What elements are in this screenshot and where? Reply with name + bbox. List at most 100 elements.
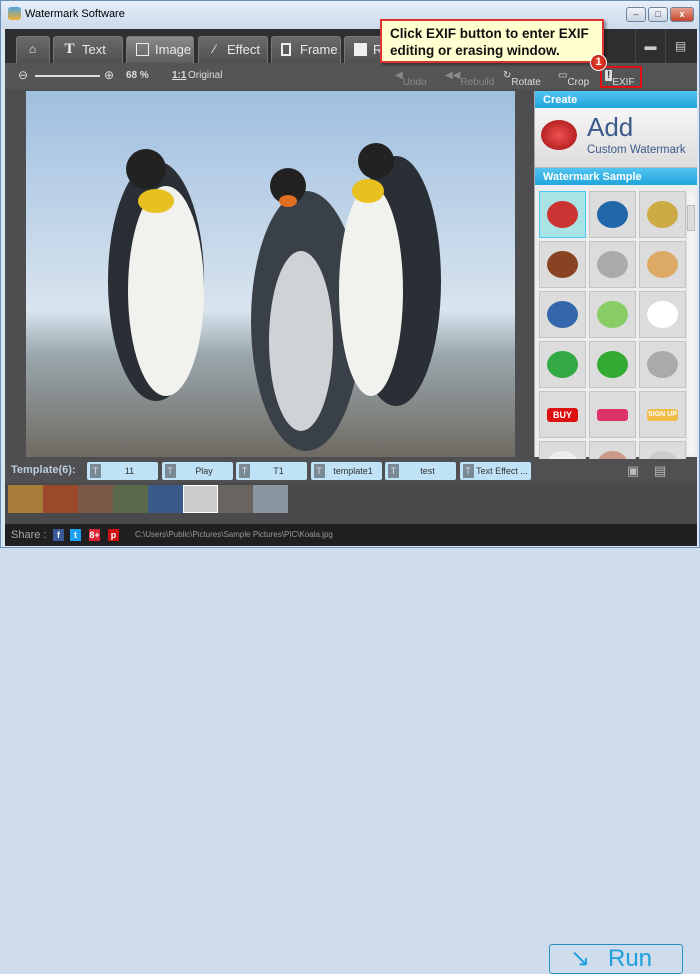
register-icon[interactable]: ▤ bbox=[665, 29, 695, 63]
tab-label: Text bbox=[82, 42, 106, 57]
template-name: T1 bbox=[273, 466, 284, 476]
red-button-icon bbox=[541, 120, 577, 150]
pie-chart-blue-icon bbox=[597, 201, 628, 228]
maximize-button[interactable]: □ bbox=[648, 7, 668, 22]
thumbnail-penguins[interactable] bbox=[253, 485, 288, 513]
shopping-cart-add-icon bbox=[597, 251, 628, 278]
template-item[interactable]: Ttest bbox=[385, 462, 456, 480]
original-button[interactable]: Original bbox=[188, 70, 222, 81]
template-item[interactable]: T Text Effect ... bbox=[459, 462, 531, 480]
right-panel: Create Add Custom Watermark Watermark Sa… bbox=[534, 91, 697, 478]
thumbnail-strip: ↘ Run bbox=[5, 483, 697, 974]
zoom-slider[interactable] bbox=[35, 75, 100, 77]
minimize-button[interactable]: – bbox=[626, 7, 646, 22]
thumbnail-lighthouse[interactable] bbox=[218, 485, 253, 513]
image-icon bbox=[136, 43, 149, 56]
rebuild-button[interactable]: ◀◀ Rebuild bbox=[445, 70, 494, 88]
facebook-icon[interactable]: f bbox=[53, 529, 64, 541]
twitter-icon[interactable]: t bbox=[70, 529, 81, 541]
tab-image[interactable]: Image bbox=[126, 36, 194, 63]
crop-button[interactable]: ▭ Crop bbox=[558, 70, 589, 88]
run-label: Run bbox=[608, 945, 653, 972]
image-canvas[interactable] bbox=[26, 91, 515, 457]
watermark-sample-sign-up-button[interactable]: SIGN UP bbox=[639, 391, 686, 438]
door-hangers-sale-icon bbox=[547, 351, 578, 378]
open-box-icon bbox=[647, 251, 678, 278]
server-rack-icon bbox=[547, 251, 578, 278]
template-item[interactable]: T Play bbox=[161, 462, 233, 480]
hanging-tags-icon bbox=[647, 201, 678, 228]
zoom-in-icon[interactable]: ⊕ bbox=[104, 68, 114, 82]
tab-home[interactable]: ⌂ bbox=[16, 36, 50, 63]
template-item[interactable]: T 11 bbox=[87, 462, 158, 480]
tab-label: Effect bbox=[227, 42, 261, 57]
thumbnail-jellyfish[interactable] bbox=[148, 485, 183, 513]
watermark-sample-open-box[interactable] bbox=[639, 241, 686, 288]
tab-frame[interactable]: Frame bbox=[271, 36, 341, 63]
thumbnail-desert[interactable] bbox=[78, 485, 113, 513]
tab-text[interactable]: T Text bbox=[53, 36, 123, 63]
text-template-icon: T bbox=[90, 464, 101, 478]
thumbnail-autumn-tree[interactable] bbox=[8, 485, 43, 513]
rotate-button[interactable]: ↻ Rotate bbox=[503, 70, 541, 88]
watermark-sample-shopping-basket[interactable] bbox=[589, 341, 636, 388]
feedback-icon[interactable]: ▬ bbox=[635, 29, 665, 63]
thumbnail-flower[interactable] bbox=[113, 485, 148, 513]
tooltip-callout: Click EXIF button to enter EXIF editing … bbox=[380, 19, 604, 63]
template-item[interactable]: T T1 bbox=[236, 462, 307, 480]
app-window: Watermark Software – □ x ⌂ T Text Image ⁄… bbox=[0, 0, 700, 974]
tab-resize[interactable]: Re bbox=[344, 36, 390, 63]
watermark-sample-header: Watermark Sample bbox=[535, 168, 697, 185]
template-name: test bbox=[420, 466, 435, 476]
tab-label: Frame bbox=[300, 42, 338, 57]
original-size-icon[interactable]: 1:1 bbox=[172, 70, 186, 81]
template-item[interactable]: Ttemplate1 bbox=[310, 462, 382, 480]
thumbnail-koala[interactable] bbox=[183, 485, 218, 513]
pink-button-icon bbox=[597, 409, 628, 421]
sample-scrollbar[interactable] bbox=[686, 193, 695, 455]
edit-template-icon[interactable]: ▤ bbox=[654, 463, 666, 479]
close-button[interactable]: x bbox=[670, 7, 694, 22]
watermark-sample-shopping-cart-add[interactable] bbox=[589, 241, 636, 288]
watermark-sample-hanging-tags[interactable] bbox=[639, 191, 686, 238]
watermark-sample-door-hangers-sale[interactable] bbox=[539, 341, 586, 388]
rebuild-label: Rebuild bbox=[460, 77, 495, 88]
watermark-sample-email-envelope[interactable] bbox=[639, 291, 686, 338]
shopping-basket-icon bbox=[597, 351, 628, 378]
watermark-sample-blue-tag[interactable] bbox=[539, 291, 586, 338]
run-button[interactable]: ↘ Run bbox=[549, 944, 683, 974]
text-template-icon: T bbox=[388, 464, 399, 478]
tab-effect[interactable]: ⁄ Effect bbox=[198, 36, 268, 63]
resize-icon bbox=[354, 43, 367, 56]
undo-button[interactable]: ◀ Undo bbox=[395, 70, 427, 88]
rotate-label: Rotate bbox=[511, 77, 541, 88]
zoom-out-icon[interactable]: ⊖ bbox=[18, 68, 28, 82]
exif-highlight bbox=[600, 66, 642, 88]
watermark-sample-pie-chart-3d[interactable] bbox=[539, 191, 586, 238]
file-path: C:\Users\Public\Pictures\Sample Pictures… bbox=[135, 530, 333, 539]
watermark-sample-database-arrow[interactable] bbox=[639, 341, 686, 388]
watermark-sample-pie-chart-pastel[interactable] bbox=[589, 291, 636, 338]
template-name: Text Effect ... bbox=[476, 466, 528, 476]
watermark-sample-pink-button[interactable] bbox=[589, 391, 636, 438]
watermark-sample-pie-chart-blue[interactable] bbox=[589, 191, 636, 238]
step-badge: 1 bbox=[590, 54, 607, 71]
save-template-icon[interactable]: ▣ bbox=[627, 463, 639, 479]
google-plus-icon[interactable]: 8+ bbox=[89, 529, 100, 541]
buy-button-icon: BUY bbox=[547, 408, 578, 422]
text-template-icon: T bbox=[239, 464, 250, 478]
sign-up-button-icon: SIGN UP bbox=[647, 409, 678, 421]
zoom-level: 68 % bbox=[126, 70, 149, 81]
penguins-photo bbox=[26, 91, 515, 457]
add-custom-watermark-button[interactable]: Add Custom Watermark bbox=[535, 108, 697, 168]
text-template-icon: T bbox=[313, 464, 325, 478]
undo-label: Undo bbox=[402, 77, 427, 88]
frame-icon bbox=[281, 43, 291, 56]
share-label: Share : bbox=[11, 529, 47, 541]
share-bar: Share : f t 8+ p C:\Users\Public\Picture… bbox=[5, 524, 697, 546]
watermark-sample-buy-button[interactable]: BUY bbox=[539, 391, 586, 438]
text-icon: T bbox=[64, 41, 75, 57]
thumbnail-red-texture[interactable] bbox=[43, 485, 78, 513]
watermark-sample-server-rack[interactable] bbox=[539, 241, 586, 288]
pinterest-icon[interactable]: p bbox=[108, 529, 119, 541]
